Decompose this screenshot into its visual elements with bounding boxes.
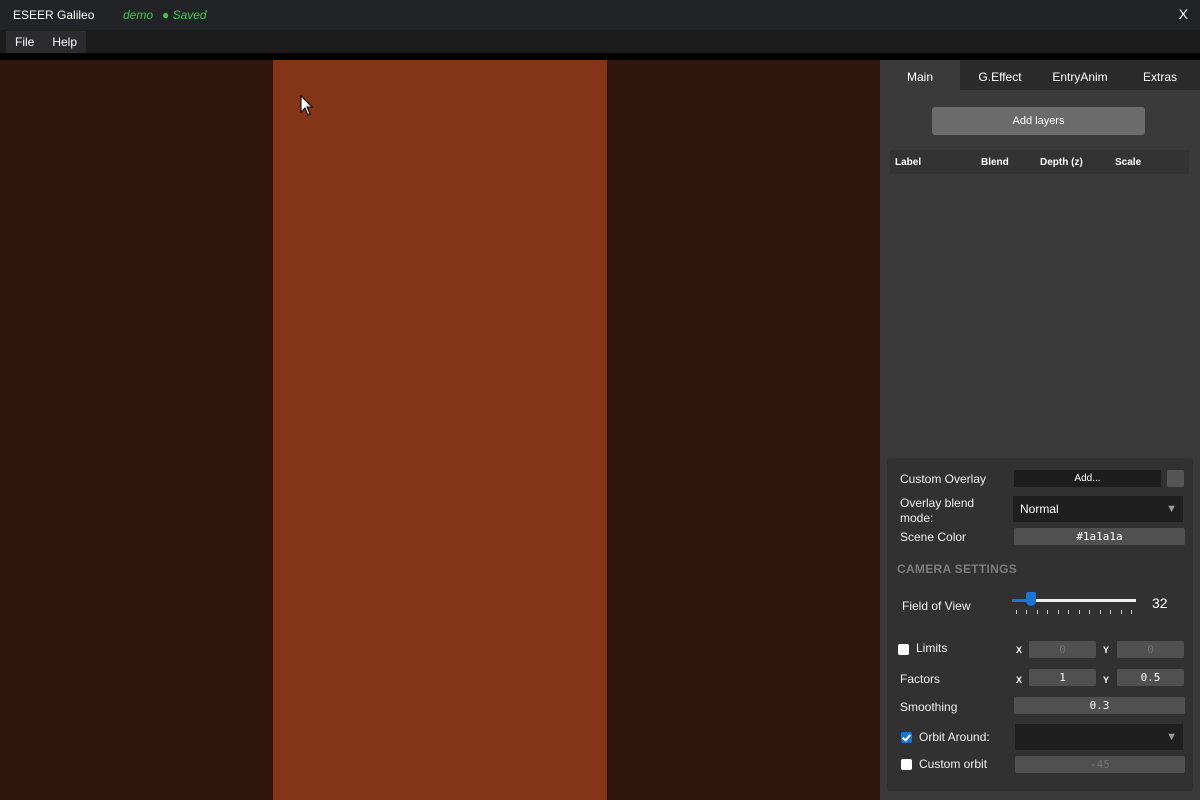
tab-extras[interactable]: Extras — [1120, 60, 1200, 90]
overlay-blend-select[interactable]: Normal ▼ — [1013, 496, 1183, 522]
overlay-blend-value: Normal — [1020, 502, 1059, 516]
limits-y-label: Y — [1103, 645, 1110, 655]
factors-x-label: X — [1016, 675, 1023, 685]
scene-color-input[interactable]: #1a1a1a — [1014, 528, 1185, 545]
mouse-cursor-icon — [300, 95, 314, 116]
save-status: ● Saved — [162, 8, 207, 22]
limits-y-input[interactable]: 0 — [1117, 641, 1184, 658]
canvas-layer-strip — [273, 60, 607, 800]
camera-settings-heading: CAMERA SETTINGS — [897, 562, 1018, 576]
smoothing-input[interactable]: 0.3 — [1014, 697, 1185, 714]
custom-orbit-input[interactable]: -45 — [1015, 756, 1185, 773]
chevron-down-icon: ▼ — [1166, 503, 1177, 515]
title-bar: ESEER Galileo demo ● Saved X — [0, 0, 1200, 30]
scene-canvas[interactable] — [0, 60, 880, 800]
custom-orbit-checkbox[interactable] — [901, 759, 912, 770]
custom-orbit-label: Custom orbit — [919, 757, 988, 771]
fov-slider[interactable] — [1012, 592, 1136, 606]
settings-panel: Main G.Effect EntryAnim Extras Add layer… — [880, 60, 1200, 800]
custom-overlay-label: Custom Overlay — [900, 472, 987, 486]
app-title: ESEER Galileo — [13, 8, 95, 22]
custom-overlay-add-button[interactable]: Add... — [1014, 470, 1161, 487]
tab-g-effect[interactable]: G.Effect — [960, 60, 1040, 90]
limits-checkbox[interactable] — [898, 644, 909, 655]
chevron-down-icon: ▼ — [1166, 731, 1177, 743]
menu-help[interactable]: Help — [43, 31, 86, 53]
project-name: demo — [123, 8, 154, 22]
column-scale[interactable]: Scale — [1115, 157, 1141, 168]
layers-table-header: Label Blend Depth (z) Scale — [890, 150, 1189, 174]
limits-label: Limits — [916, 641, 948, 655]
scene-color-label: Scene Color — [900, 530, 967, 544]
custom-overlay-swatch[interactable] — [1167, 470, 1184, 487]
factors-label: Factors — [900, 672, 941, 686]
limits-x-input[interactable]: 0 — [1029, 641, 1096, 658]
scene-settings: Custom Overlay Add... Overlay blend mode… — [887, 458, 1193, 791]
overlay-blend-label: Overlay blend mode: — [900, 496, 975, 525]
column-blend[interactable]: Blend — [981, 157, 1009, 168]
menu-group: File Help — [6, 31, 87, 53]
column-depth[interactable]: Depth (z) — [1040, 157, 1083, 168]
menu-file[interactable]: File — [6, 31, 43, 53]
menu-divider — [0, 53, 1200, 60]
orbit-around-select[interactable]: ▼ — [1015, 724, 1183, 750]
close-button[interactable]: X — [1179, 6, 1188, 22]
tab-main[interactable]: Main — [880, 60, 960, 90]
menu-bar: File Help — [0, 30, 1200, 53]
add-layers-button[interactable]: Add layers — [932, 107, 1145, 135]
fov-slider-ticks — [1016, 610, 1132, 615]
limits-x-label: X — [1016, 645, 1023, 655]
factors-x-input[interactable]: 1 — [1029, 669, 1096, 686]
column-label[interactable]: Label — [895, 157, 921, 168]
fov-label: Field of View — [902, 599, 971, 613]
panel-tabs: Main G.Effect EntryAnim Extras — [880, 60, 1200, 90]
factors-y-label: Y — [1103, 675, 1110, 685]
factors-y-input[interactable]: 0.5 — [1117, 669, 1184, 686]
fov-value: 32 — [1152, 595, 1168, 611]
orbit-around-label: Orbit Around: — [919, 730, 990, 744]
tab-entry-anim[interactable]: EntryAnim — [1040, 60, 1120, 90]
smoothing-label: Smoothing — [900, 700, 958, 714]
fov-slider-thumb[interactable] — [1026, 592, 1036, 606]
orbit-around-checkbox[interactable] — [901, 732, 912, 743]
